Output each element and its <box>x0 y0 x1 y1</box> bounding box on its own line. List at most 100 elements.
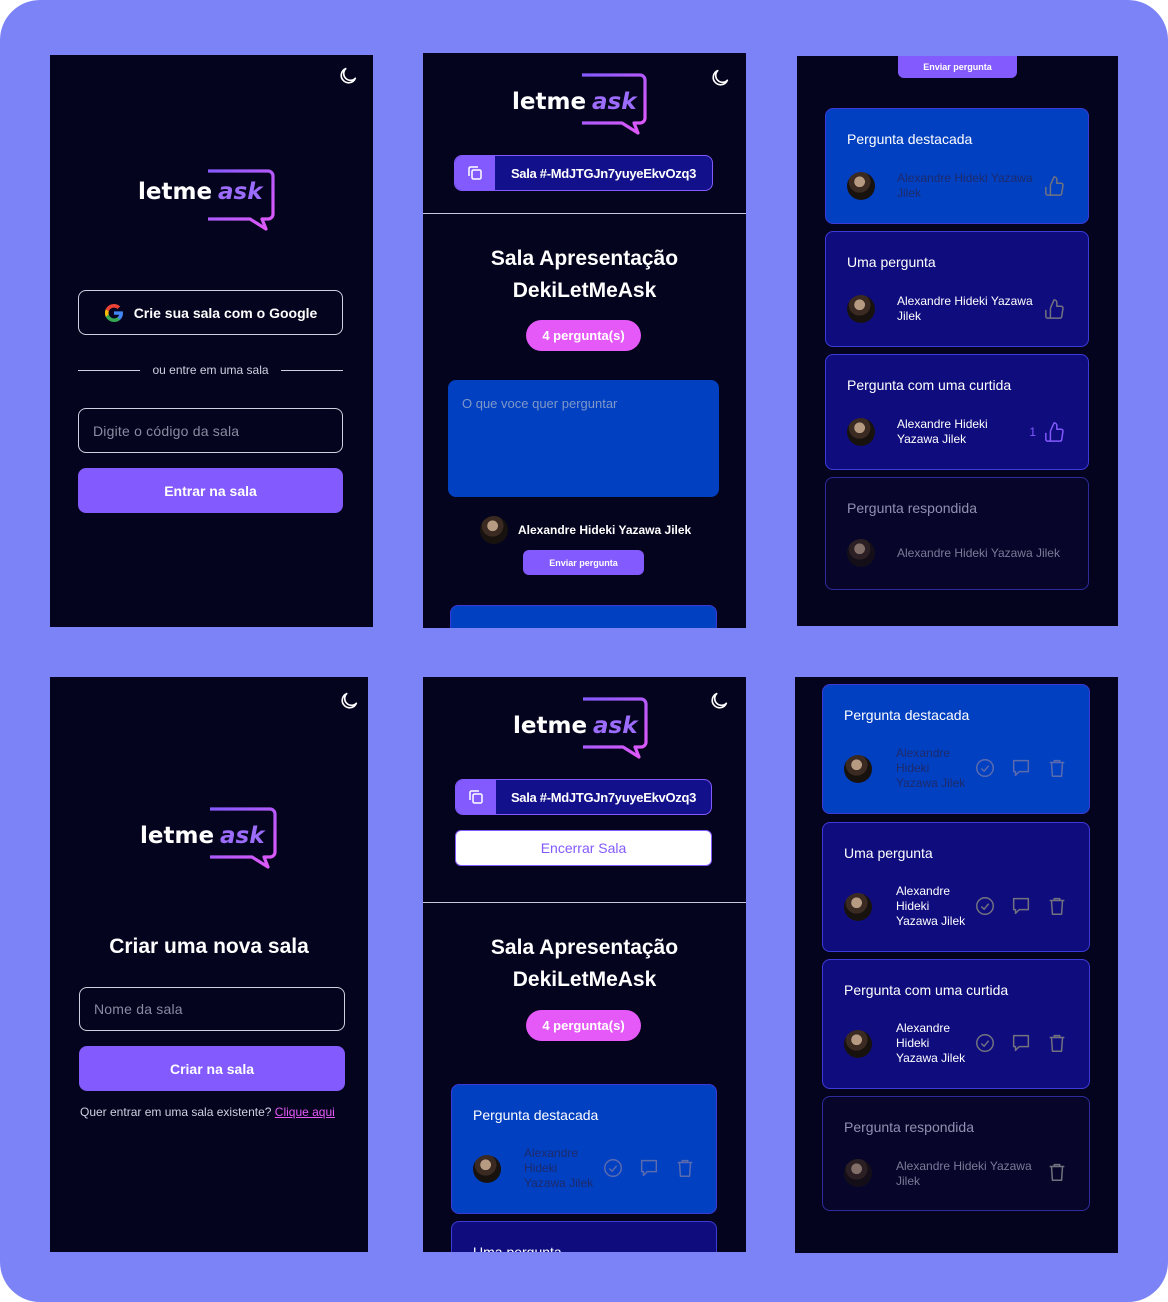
question-text: Pergunta destacada <box>473 1107 599 1123</box>
author-line2: Hideki <box>896 899 930 913</box>
thumbs-up-icon <box>1045 299 1064 319</box>
comment-icon[interactable] <box>1010 895 1032 917</box>
moon-icon[interactable] <box>337 65 359 87</box>
trash-icon[interactable] <box>1046 895 1068 917</box>
join-existing-room-text: Quer entrar em uma sala existente? Cliqu… <box>80 1105 335 1119</box>
screen-new-room: letme ask Criar uma nova sala Nome da sa… <box>50 677 368 1252</box>
footer-text: Quer entrar em uma sala existente? <box>80 1105 272 1119</box>
check-circle-icon[interactable] <box>974 1032 996 1054</box>
trash-icon[interactable] <box>1046 1032 1068 1054</box>
moon-icon[interactable] <box>708 690 730 712</box>
room-title-line1: Sala Apresentação <box>490 247 679 270</box>
moon-icon[interactable] <box>709 67 731 89</box>
avatar <box>847 418 875 446</box>
avatar <box>473 1155 501 1183</box>
author-line2: Jilek <box>897 309 922 323</box>
question-card: Pergunta com uma curtida Alexandre Hidek… <box>822 959 1090 1089</box>
logo-letme: letme <box>140 823 214 849</box>
author-line2: Jilek <box>896 1174 921 1188</box>
comment-icon[interactable] <box>1010 757 1032 779</box>
like-count: 1 <box>1029 425 1036 439</box>
question-card-peek: Uma pergunta <box>451 1221 717 1252</box>
copy-icon <box>456 780 496 814</box>
comment-icon[interactable] <box>1010 1032 1032 1054</box>
like-button[interactable]: 1 <box>1029 421 1066 443</box>
check-circle-icon[interactable] <box>974 757 996 779</box>
divider-text: ou entre em uma sala <box>152 363 269 377</box>
google-login-button[interactable]: Crie sua sala com o Google <box>78 290 343 335</box>
copy-icon <box>455 156 495 190</box>
logo-ask: ask <box>593 713 639 739</box>
question-card: Uma pergunta Alexandre Hideki Yazawa Jil… <box>822 822 1090 952</box>
letmeask-logo: letme ask <box>140 805 285 877</box>
questions-count-badge: 4 pergunta(s) <box>526 320 641 351</box>
create-room-button[interactable]: Criar na sala <box>79 1046 345 1091</box>
check-circle-icon[interactable] <box>974 895 996 917</box>
avatar <box>844 893 872 921</box>
enter-room-label: Entrar na sala <box>164 482 257 499</box>
header-divider <box>423 902 746 903</box>
screen-room-ask: letme ask Sala #-MdJTGJn7yuyeEkvOzq3 Sal… <box>423 53 746 628</box>
divider: ou entre em uma sala <box>78 363 343 377</box>
like-button[interactable] <box>1044 175 1066 197</box>
room-code-button[interactable]: Sala #-MdJTGJn7yuyeEkvOzq3 <box>455 779 712 815</box>
thumbs-up-icon <box>1045 422 1064 442</box>
question-textarea[interactable]: O que voce quer perguntar <box>448 380 719 497</box>
room-code-text: Sala #-MdJTGJn7yuyeEkvOzq3 <box>510 165 697 181</box>
question-actions <box>602 1157 696 1179</box>
author-name: Alexandre Hideki Yazawa Jilek <box>897 546 1060 561</box>
author-line1: Alexandre Hideki <box>897 417 988 431</box>
screen-admin-question-list: Pergunta destacada Alexandre Hideki Yaza… <box>795 677 1118 1253</box>
question-actions <box>974 1032 1068 1054</box>
avatar <box>480 516 508 544</box>
google-icon <box>104 303 123 322</box>
question-text: Pergunta destacada <box>844 707 970 723</box>
user-name: Alexandre Hideki Yazawa Jilek <box>518 523 692 537</box>
join-room-link[interactable]: Clique aqui <box>275 1105 335 1119</box>
room-title-line1: Sala Apresentação <box>490 936 679 959</box>
room-name-input[interactable]: Nome da sala <box>79 987 345 1031</box>
like-button[interactable] <box>1044 298 1066 320</box>
question-placeholder: O que voce quer perguntar <box>462 396 618 411</box>
questions-count-text: 4 pergunta(s) <box>542 1018 625 1033</box>
question-actions <box>974 757 1068 779</box>
author-name: Alexandre Hideki Yazawa Jilek <box>896 884 965 929</box>
close-room-button[interactable]: Encerrar Sala <box>455 830 712 866</box>
room-code-input[interactable]: Digite o código da sala <box>78 408 343 453</box>
trash-icon[interactable] <box>1046 1161 1068 1183</box>
logo-letme: letme <box>513 713 587 739</box>
thumbs-up-icon <box>1045 176 1064 196</box>
author-line1: Alexandre <box>524 1146 579 1160</box>
trash-icon[interactable] <box>1046 757 1068 779</box>
send-question-label: Enviar pergunta <box>923 62 992 72</box>
author-line3: Yazawa Jilek <box>896 914 966 928</box>
questions-count-badge: 4 pergunta(s) <box>526 1010 641 1041</box>
author-name: Alexandre Hideki Yazawa Jilek <box>897 294 1033 324</box>
room-title: Sala Apresentação DekiLetMeAsk <box>423 932 746 996</box>
check-circle-icon[interactable] <box>602 1157 624 1179</box>
author-line1: Alexandre Hideki Yazawa <box>897 171 1033 185</box>
author-line1: Alexandre <box>896 746 951 760</box>
moon-icon[interactable] <box>338 690 360 712</box>
enter-room-button[interactable]: Entrar na sala <box>78 468 343 513</box>
author-name: Alexandre Hideki Yazawa Jilek <box>896 746 965 791</box>
trash-icon[interactable] <box>674 1157 696 1179</box>
comment-icon[interactable] <box>638 1157 660 1179</box>
question-text: Uma pergunta <box>473 1244 562 1252</box>
question-card: Pergunta destacada Alexandre Hideki Yaza… <box>825 108 1089 224</box>
screen-question-list: Enviar pergunta Pergunta destacada Alexa… <box>797 56 1118 626</box>
question-text: Pergunta respondida <box>844 1119 974 1135</box>
question-card: Uma pergunta Alexandre Hideki Yazawa Jil… <box>825 231 1089 347</box>
letmeask-logo: letme ask <box>511 691 656 763</box>
send-question-button[interactable]: Enviar pergunta <box>523 550 644 575</box>
google-button-label: Crie sua sala com o Google <box>133 304 318 321</box>
avatar <box>844 755 872 783</box>
question-text: Pergunta com uma curtida <box>847 377 1012 393</box>
author-name: Alexandre Hideki Yazawa Jilek <box>524 1146 593 1191</box>
question-card: Pergunta destacada Alexandre Hideki Yaza… <box>822 684 1090 814</box>
send-question-button[interactable]: Enviar pergunta <box>898 56 1017 78</box>
logo-letme: letme <box>138 179 212 205</box>
room-code-button[interactable]: Sala #-MdJTGJn7yuyeEkvOzq3 <box>454 155 713 191</box>
room-title-line2: DekiLetMeAsk <box>512 279 657 302</box>
author-line1: Alexandre Hideki Yazawa <box>897 294 1033 308</box>
